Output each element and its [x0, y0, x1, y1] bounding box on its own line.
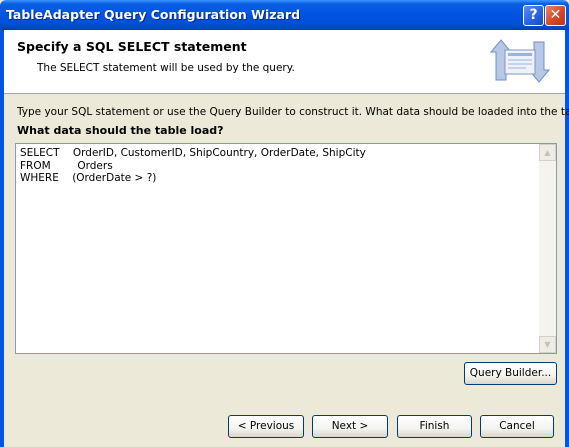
sql-statement-textarea[interactable]: SELECT OrderID, CustomerID, ShipCountry,… — [15, 143, 557, 354]
close-button[interactable]: ✕ — [545, 5, 566, 26]
help-button[interactable]: ? — [523, 5, 544, 26]
window-title: TableAdapter Query Configuration Wizard — [6, 7, 301, 22]
close-icon: ✕ — [549, 7, 562, 23]
cancel-button[interactable]: Cancel — [480, 415, 554, 438]
instruction-text: Type your SQL statement or use the Query… — [17, 106, 569, 118]
page-title: Specify a SQL SELECT statement — [17, 39, 247, 54]
previous-button[interactable]: < Previous — [228, 415, 304, 438]
wizard-header: Specify a SQL SELECT statement The SELEC… — [4, 30, 565, 94]
help-icon: ? — [529, 7, 538, 23]
sql-statement-text[interactable]: SELECT OrderID, CustomerID, ShipCountry,… — [20, 147, 536, 350]
vertical-scrollbar[interactable]: ▲ ▼ — [539, 144, 556, 353]
scroll-up-arrow-icon[interactable]: ▲ — [539, 144, 556, 161]
wizard-window: TableAdapter Query Configuration Wizard … — [0, 0, 569, 447]
next-button[interactable]: Next > — [312, 415, 388, 438]
title-bar[interactable]: TableAdapter Query Configuration Wizard … — [0, 0, 569, 30]
query-builder-button[interactable]: Query Builder... — [464, 362, 557, 385]
scroll-down-arrow-icon[interactable]: ▼ — [539, 336, 556, 353]
database-wizard-icon — [490, 39, 550, 83]
finish-button[interactable]: Finish — [397, 415, 472, 438]
window-frame-right — [565, 30, 569, 447]
page-subtitle: The SELECT statement will be used by the… — [37, 62, 295, 74]
sql-prompt-label: What data should the table load? — [17, 124, 224, 137]
